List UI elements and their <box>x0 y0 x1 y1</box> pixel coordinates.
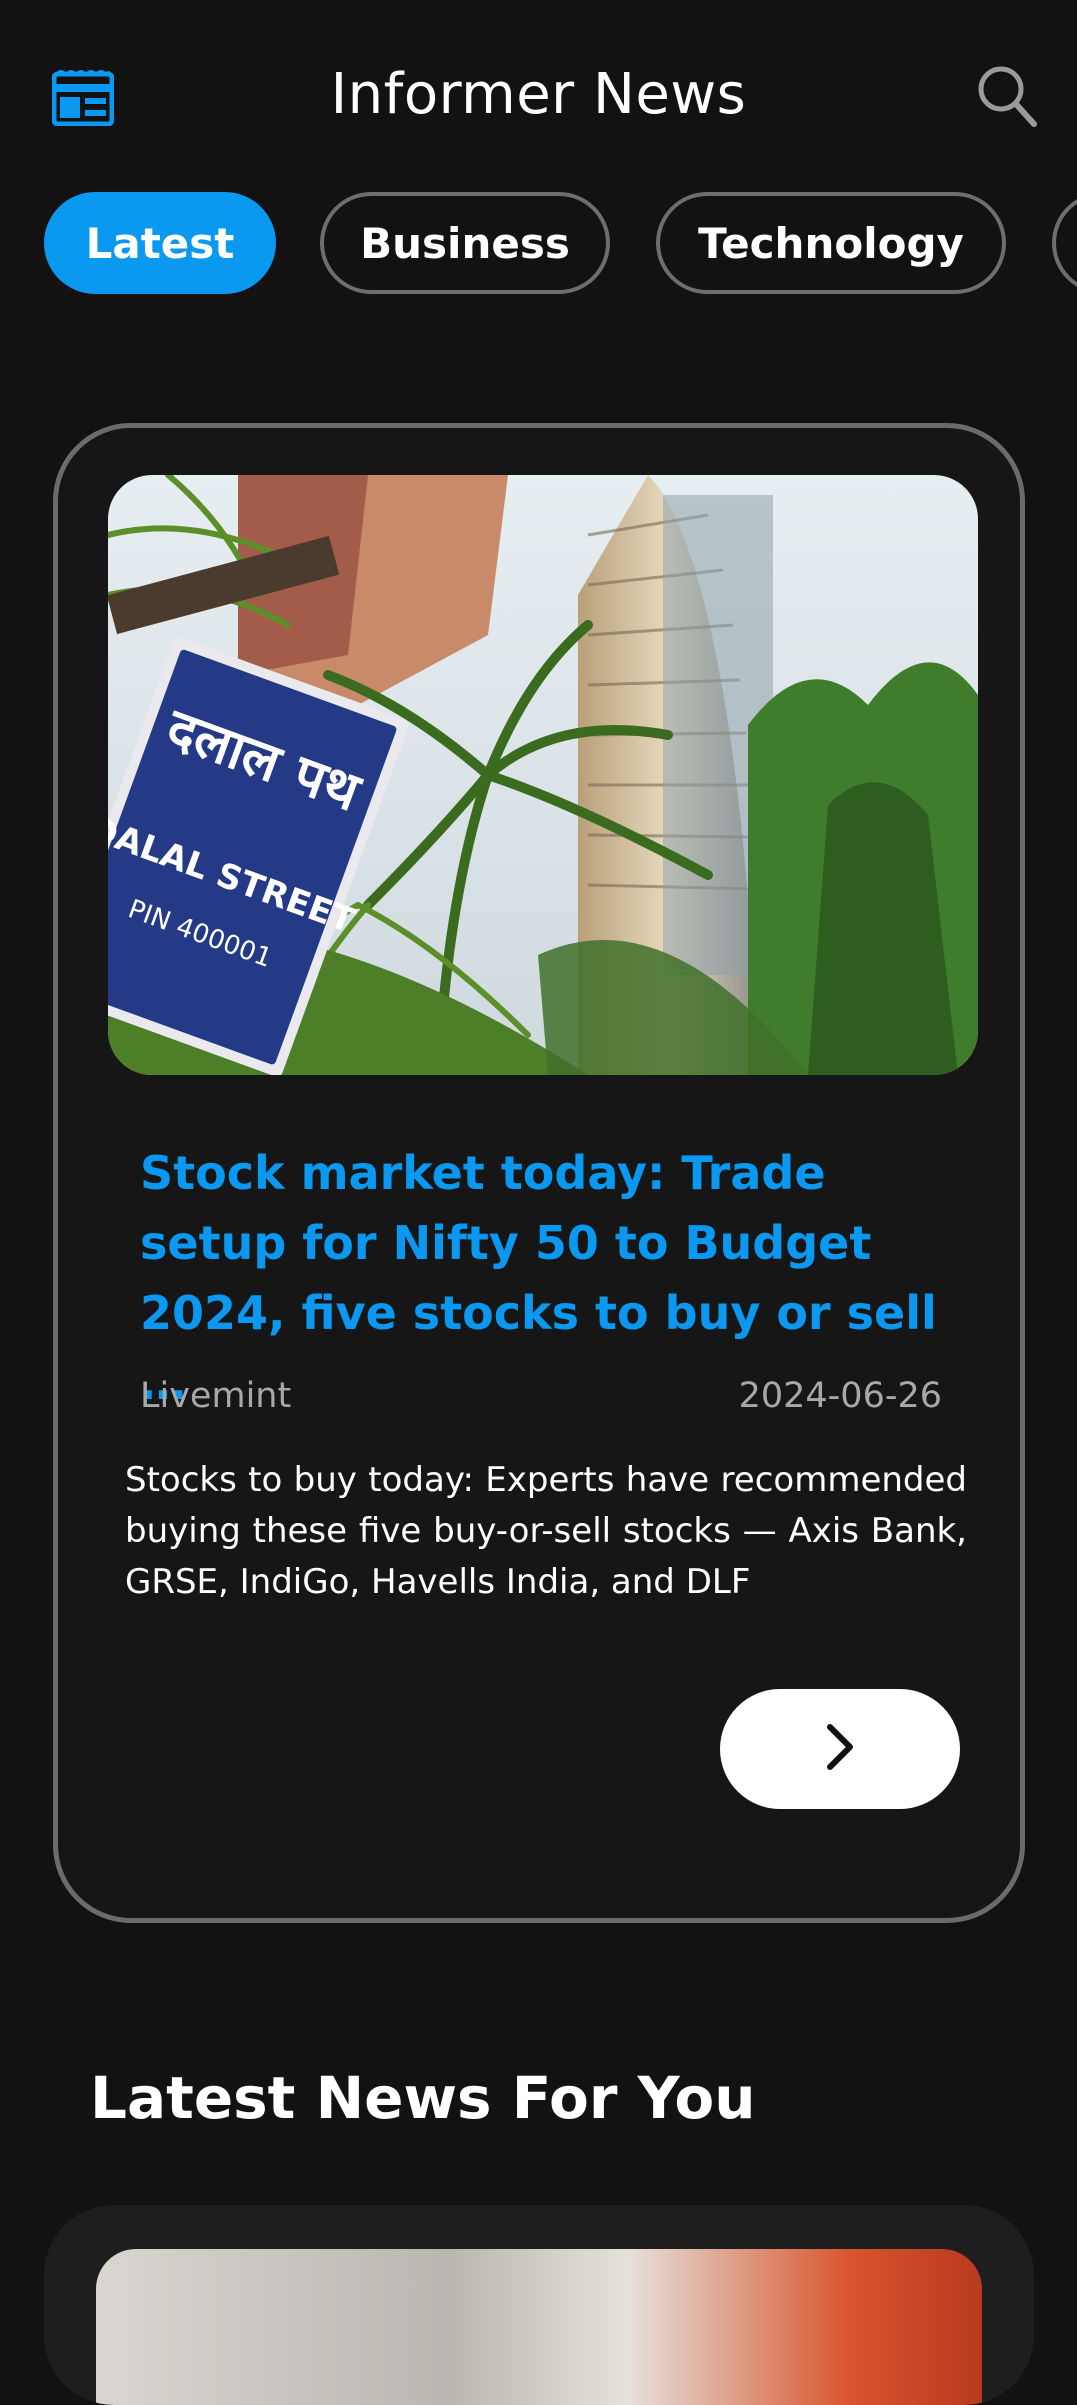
news-description: Stocks to buy today: Experts have recomm… <box>125 1460 967 1602</box>
tab-label: Latest <box>85 218 235 268</box>
section-title: Latest News For You <box>90 2064 756 2133</box>
chevron-right-icon <box>820 1722 860 1776</box>
read-more-button[interactable] <box>720 1689 960 1809</box>
tab-technology[interactable]: Technology <box>656 192 1006 294</box>
tab-label: Business <box>360 218 570 268</box>
app-bar: Informer News <box>0 0 1077 170</box>
news-thumbnail <box>96 2249 982 2405</box>
news-date: 2024-06-26 <box>738 1376 942 1416</box>
news-source: Livemint <box>140 1376 292 1416</box>
featured-news-image: दलाल पथ DALAL STREET PIN 400001 <box>108 475 978 1075</box>
tab-latest[interactable]: Latest <box>44 192 276 294</box>
tab-next-partial[interactable] <box>1052 192 1077 294</box>
tab-label: Technology <box>698 218 964 268</box>
app-title: Informer News <box>330 62 747 127</box>
search-icon[interactable] <box>976 64 1038 128</box>
news-list-item[interactable] <box>44 2205 1034 2405</box>
featured-news-card[interactable]: दलाल पथ DALAL STREET PIN 400001 Stock ma… <box>53 423 1025 1923</box>
tab-business[interactable]: Business <box>320 192 610 294</box>
category-tabs: Latest Business Technology <box>44 192 1077 294</box>
